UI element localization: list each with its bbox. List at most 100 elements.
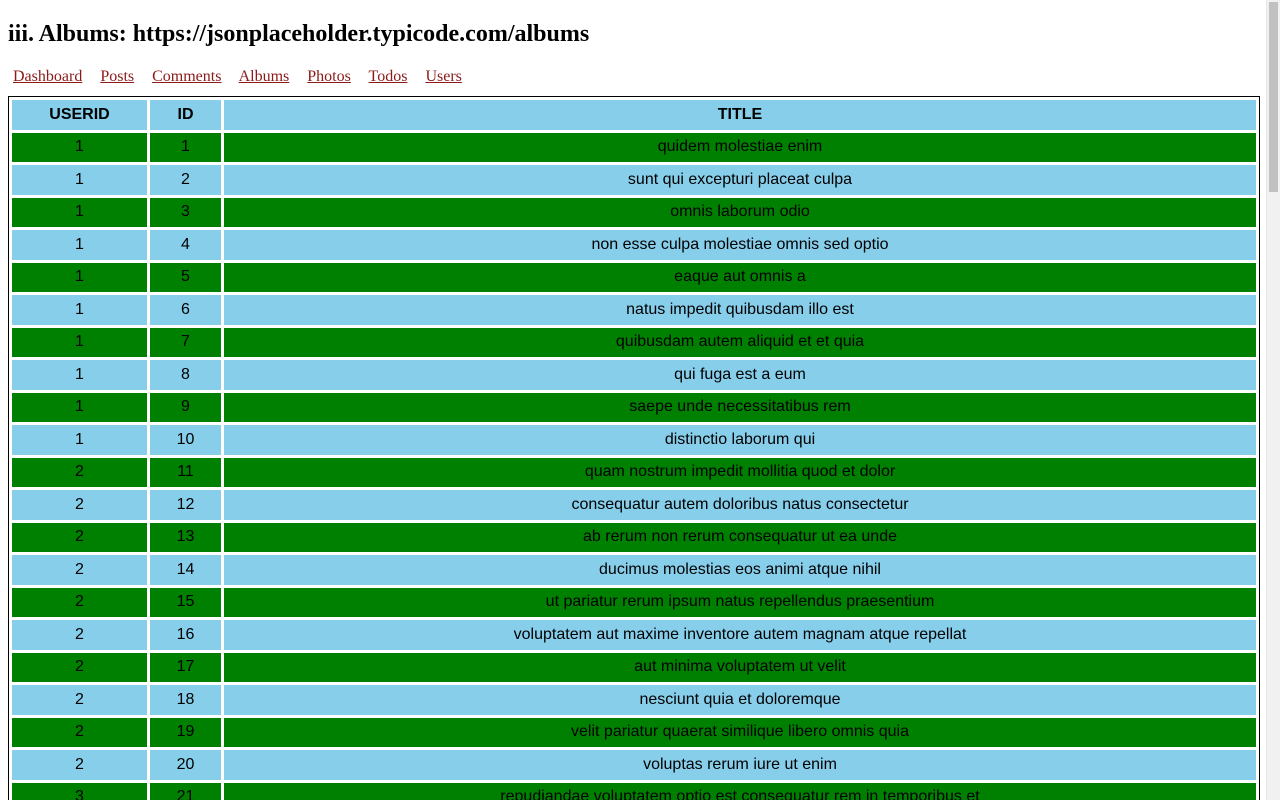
- userid-cell: 1: [12, 197, 147, 227]
- table-row: 1 4 non esse culpa molestiae omnis sed opt…: [12, 230, 1256, 260]
- id-cell: 4: [150, 230, 221, 260]
- title-cell: ducimus molestias eos animi atque nihil: [224, 555, 1256, 585]
- title-cell: quidem molestiae enim: [224, 132, 1256, 162]
- id-cell: 15: [150, 587, 221, 617]
- userid-cell: 2: [12, 457, 147, 487]
- id-cell: 14: [150, 555, 221, 585]
- table-row: 1 6 natus impedit quibusdam illo est: [12, 295, 1256, 325]
- id-cell: 17: [150, 652, 221, 682]
- vertical-scrollbar[interactable]: [1266, 0, 1280, 800]
- title-cell: distinctio laborum qui: [224, 425, 1256, 455]
- page-title: iii. Albums: https://jsonplaceholder.typ…: [8, 21, 590, 47]
- id-cell: 13: [150, 522, 221, 552]
- header-id: ID: [150, 100, 221, 130]
- table-row: 1 8 qui fuga est a eum: [12, 360, 1256, 390]
- userid-cell: 1: [12, 327, 147, 357]
- table-row: 2 11 quam nostrum impedit mollitia quod et…: [12, 457, 1256, 487]
- userid-cell: 1: [12, 425, 147, 455]
- nav-link-albums[interactable]: Albums: [239, 68, 290, 85]
- id-cell: 8: [150, 360, 221, 390]
- title-cell: repudiandae voluptatem optio est consequ…: [224, 782, 1256, 800]
- title-cell: ut pariatur rerum ipsum natus repellendu…: [224, 587, 1256, 617]
- table-row: 1 10 distinctio laborum qui: [12, 425, 1256, 455]
- userid-cell: 1: [12, 360, 147, 390]
- id-cell: 10: [150, 425, 221, 455]
- title-cell: omnis laborum odio: [224, 197, 1256, 227]
- albums-table-container: USERID ID TITLE 1 1 quidem molestiae enim 1…: [8, 96, 1260, 800]
- table-row: 2 12 consequatur autem doloribus natus con…: [12, 490, 1256, 520]
- id-cell: 6: [150, 295, 221, 325]
- userid-cell: 2: [12, 685, 147, 715]
- header-title: TITLE: [224, 100, 1256, 130]
- title-cell: eaque aut omnis a: [224, 262, 1256, 292]
- id-cell: 19: [150, 717, 221, 747]
- id-cell: 11: [150, 457, 221, 487]
- table-row: 2 17 aut minima voluptatem ut velit: [12, 652, 1256, 682]
- header-userid: USERID: [12, 100, 147, 130]
- id-cell: 5: [150, 262, 221, 292]
- table-row: 2 16 voluptatem aut maxime inventore autem…: [12, 620, 1256, 650]
- id-cell: 3: [150, 197, 221, 227]
- title-cell: natus impedit quibusdam illo est: [224, 295, 1256, 325]
- table-row: 1 2 sunt qui excepturi placeat culpa: [12, 165, 1256, 195]
- userid-cell: 3: [12, 782, 147, 800]
- table-row: 2 20 voluptas rerum iure ut enim: [12, 750, 1256, 780]
- userid-cell: 2: [12, 522, 147, 552]
- id-cell: 2: [150, 165, 221, 195]
- table-row: 1 3 omnis laborum odio: [12, 197, 1256, 227]
- title-cell: voluptatem aut maxime inventore autem ma…: [224, 620, 1256, 650]
- id-cell: 21: [150, 782, 221, 800]
- table-row: 1 9 saepe unde necessitatibus rem: [12, 392, 1256, 422]
- userid-cell: 1: [12, 392, 147, 422]
- userid-cell: 2: [12, 587, 147, 617]
- title-cell: consequatur autem doloribus natus consec…: [224, 490, 1256, 520]
- table-row: 2 19 velit pariatur quaerat similique libe…: [12, 717, 1256, 747]
- id-cell: 20: [150, 750, 221, 780]
- userid-cell: 2: [12, 490, 147, 520]
- userid-cell: 2: [12, 620, 147, 650]
- id-cell: 1: [150, 132, 221, 162]
- table-row: 1 7 quibusdam autem aliquid et et quia: [12, 327, 1256, 357]
- title-cell: quam nostrum impedit mollitia quod et do…: [224, 457, 1256, 487]
- nav-link-todos[interactable]: Todos: [369, 68, 408, 85]
- id-cell: 12: [150, 490, 221, 520]
- content-area: iii. Albums: https://jsonplaceholder.typ…: [0, 0, 1267, 800]
- title-cell: aut minima voluptatem ut velit: [224, 652, 1256, 682]
- nav-bar: Dashboard Posts Comments Albums Photos T…: [13, 67, 476, 87]
- table-body: 1 1 quidem molestiae enim 1 2 sunt qui except…: [12, 132, 1256, 800]
- title-cell: saepe unde necessitatibus rem: [224, 392, 1256, 422]
- title-cell: nesciunt quia et doloremque: [224, 685, 1256, 715]
- userid-cell: 2: [12, 750, 147, 780]
- nav-link-dashboard[interactable]: Dashboard: [13, 68, 82, 85]
- userid-cell: 1: [12, 165, 147, 195]
- id-cell: 18: [150, 685, 221, 715]
- table-row: 1 5 eaque aut omnis a: [12, 262, 1256, 292]
- title-cell: qui fuga est a eum: [224, 360, 1256, 390]
- nav-link-posts[interactable]: Posts: [100, 68, 134, 85]
- nav-link-photos[interactable]: Photos: [307, 68, 351, 85]
- title-cell: velit pariatur quaerat similique libero …: [224, 717, 1256, 747]
- title-cell: voluptas rerum iure ut enim: [224, 750, 1256, 780]
- userid-cell: 1: [12, 262, 147, 292]
- title-cell: sunt qui excepturi placeat culpa: [224, 165, 1256, 195]
- table-row: 2 18 nesciunt quia et doloremque: [12, 685, 1256, 715]
- userid-cell: 1: [12, 295, 147, 325]
- table-row: 2 13 ab rerum non rerum consequatur ut ea …: [12, 522, 1256, 552]
- id-cell: 16: [150, 620, 221, 650]
- albums-table: USERID ID TITLE 1 1 quidem molestiae enim 1…: [9, 97, 1259, 800]
- table-row: 1 1 quidem molestiae enim: [12, 132, 1256, 162]
- title-cell: non esse culpa molestiae omnis sed optio: [224, 230, 1256, 260]
- userid-cell: 2: [12, 555, 147, 585]
- userid-cell: 1: [12, 230, 147, 260]
- userid-cell: 1: [12, 132, 147, 162]
- id-cell: 7: [150, 327, 221, 357]
- table-row: 2 14 ducimus molestias eos animi atque nih…: [12, 555, 1256, 585]
- userid-cell: 2: [12, 717, 147, 747]
- title-cell: quibusdam autem aliquid et et quia: [224, 327, 1256, 357]
- nav-link-comments[interactable]: Comments: [152, 68, 221, 85]
- nav-link-users[interactable]: Users: [425, 68, 461, 85]
- scrollbar-thumb[interactable]: [1269, 2, 1278, 192]
- table-row: 2 15 ut pariatur rerum ipsum natus repelle…: [12, 587, 1256, 617]
- table-header-row: USERID ID TITLE: [12, 100, 1256, 130]
- table-row: 3 21 repudiandae voluptatem optio est cons…: [12, 782, 1256, 800]
